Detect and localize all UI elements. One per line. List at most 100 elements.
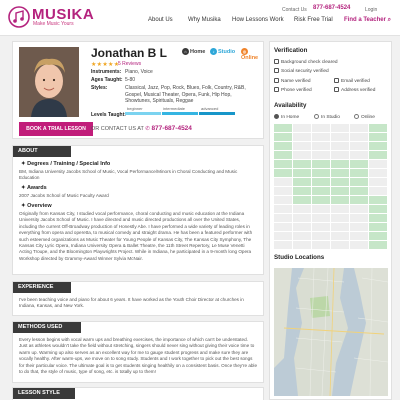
check-icon [274, 59, 279, 64]
overview-icon: ✦ [21, 203, 26, 209]
styles-value: Classical, Jazz, Pop, Rock, Blues, Folk,… [125, 85, 246, 104]
calendar-cell [274, 142, 293, 151]
verification-ssn: Social security verified [274, 68, 329, 74]
methods-section: METHODS USED Every lesson begins with vo… [12, 321, 264, 383]
verification-phone: Phone verified [274, 87, 312, 93]
verification-background-check: Background check cleared [274, 59, 338, 65]
calendar-cell [274, 124, 293, 133]
header-phone[interactable]: 877-687-4524 [313, 5, 350, 11]
availability-online-option[interactable]: Online [354, 114, 375, 120]
calendar-cell [312, 169, 331, 178]
calendar-cell [350, 178, 369, 187]
calendar-cell [274, 151, 293, 160]
calendar-cell [369, 178, 388, 187]
verification-label: Background check cleared [281, 60, 338, 65]
calendar-cell [350, 169, 369, 178]
phone-icon: ✆ [145, 126, 150, 132]
calendar-cell [293, 232, 312, 241]
calendar-cell [331, 214, 350, 223]
site-header: MUSIKA Make Music Yours Contact Us 877-6… [0, 0, 400, 36]
nav-about-us[interactable]: About Us [148, 17, 173, 23]
calendar-cell [369, 241, 388, 250]
calendar-cell [293, 223, 312, 232]
calendar-cell [293, 160, 312, 169]
calendar-cell [369, 151, 388, 160]
studio-locations-map[interactable] [274, 268, 388, 396]
verification-label: Social security verified [281, 69, 329, 74]
login-link[interactable]: Login [365, 7, 377, 13]
degrees-text: BM, Indiana University Jacobs School of … [19, 169, 238, 181]
level-advanced-bar [199, 112, 235, 115]
calendar-cell [350, 160, 369, 169]
calendar-cell [350, 187, 369, 196]
calendar-cell [274, 187, 293, 196]
calendar-cell [331, 223, 350, 232]
level-intermediate-label: intermediate [163, 106, 186, 111]
availability-in-home-option[interactable]: In Home [274, 114, 299, 120]
calendar-cell [350, 133, 369, 142]
availability-in-studio-label: In Studio [321, 115, 340, 120]
teacher-profile-card: BOOK A TRIAL LESSON Jonathan B L ★★★★★ 5… [12, 41, 264, 139]
calendar-cell [312, 133, 331, 142]
user-icon [274, 78, 279, 83]
location-studio-badge: ♪ Studio [210, 48, 235, 55]
calendar-cell [369, 196, 388, 205]
calendar-cell [369, 169, 388, 178]
calendar-cell [369, 214, 388, 223]
nav-why-musika[interactable]: Why Musika [188, 17, 221, 23]
calendar-cell [274, 196, 293, 205]
phone-icon [274, 87, 279, 92]
degrees-heading: ✦ Degrees / Training / Special Info [21, 161, 110, 167]
calendar-cell [331, 133, 350, 142]
nav-how-lessons-work[interactable]: How Lessons Work [232, 17, 284, 23]
levels-taught-bar: beginner intermediate advanced [125, 106, 235, 117]
lesson-style-section: LESSON STYLE [12, 387, 264, 400]
calendar-cell [274, 223, 293, 232]
book-trial-lesson-button[interactable]: BOOK A TRIAL LESSON [19, 122, 93, 136]
calendar-cell [274, 169, 293, 178]
calendar-cell [312, 205, 331, 214]
calendar-cell [369, 187, 388, 196]
calendar-cell [293, 124, 312, 133]
contact-us-link[interactable]: Contact Us [282, 7, 307, 13]
ages-key: Ages Taught: [91, 77, 123, 83]
verification-name: Name verified [274, 78, 311, 84]
calendar-cell [350, 232, 369, 241]
overview-heading: ✦ Overview [21, 203, 52, 209]
find-teacher-link[interactable]: Find a Teacher ⌕ [344, 17, 391, 24]
availability-online-label: Online [361, 115, 375, 120]
availability-title: Availability [274, 102, 307, 109]
calendar-cell [331, 232, 350, 241]
about-title: ABOUT [13, 146, 71, 157]
level-intermediate-bar [162, 112, 198, 115]
awards-heading-label: Awards [26, 185, 47, 191]
calendar-cell [293, 241, 312, 250]
calendar-cell [350, 214, 369, 223]
calendar-cell [369, 124, 388, 133]
sidebar-panel: Verification Background check cleared So… [269, 41, 392, 400]
reviews-link[interactable]: 5 Reviews [118, 61, 141, 67]
degrees-heading-label: Degrees / Training / Special Info [27, 161, 111, 167]
find-teacher-label: Find a Teacher [344, 17, 386, 23]
teacher-name: Jonathan B L [91, 46, 168, 60]
levels-key: Levels Taught: [91, 112, 126, 118]
ages-value: 5-80 [125, 77, 136, 83]
experience-section: EXPERIENCE I've been teaching voice and … [12, 281, 264, 316]
mail-icon [334, 78, 339, 83]
awards-heading: ✦ Awards [21, 185, 47, 191]
location-online-badge: ◎Online [241, 48, 263, 61]
contact-phone[interactable]: 877-687-4524 [151, 125, 191, 132]
nav-risk-free-trial[interactable]: Risk Free Trial [294, 17, 333, 23]
verification-email: Email verified [334, 78, 370, 84]
calendar-cell [312, 160, 331, 169]
availability-in-studio-option[interactable]: In Studio [314, 114, 340, 120]
verification-title: Verification [274, 47, 308, 54]
instruments-value: Piano, Voice [125, 69, 153, 75]
methods-text: Every lesson begins with vocal warm ups … [19, 337, 258, 375]
calendar-cell [312, 196, 331, 205]
calendar-cell [312, 214, 331, 223]
calendar-cell [331, 151, 350, 160]
calendar-cell [350, 124, 369, 133]
musika-logo-icon[interactable] [8, 6, 30, 28]
calendar-cell [312, 187, 331, 196]
